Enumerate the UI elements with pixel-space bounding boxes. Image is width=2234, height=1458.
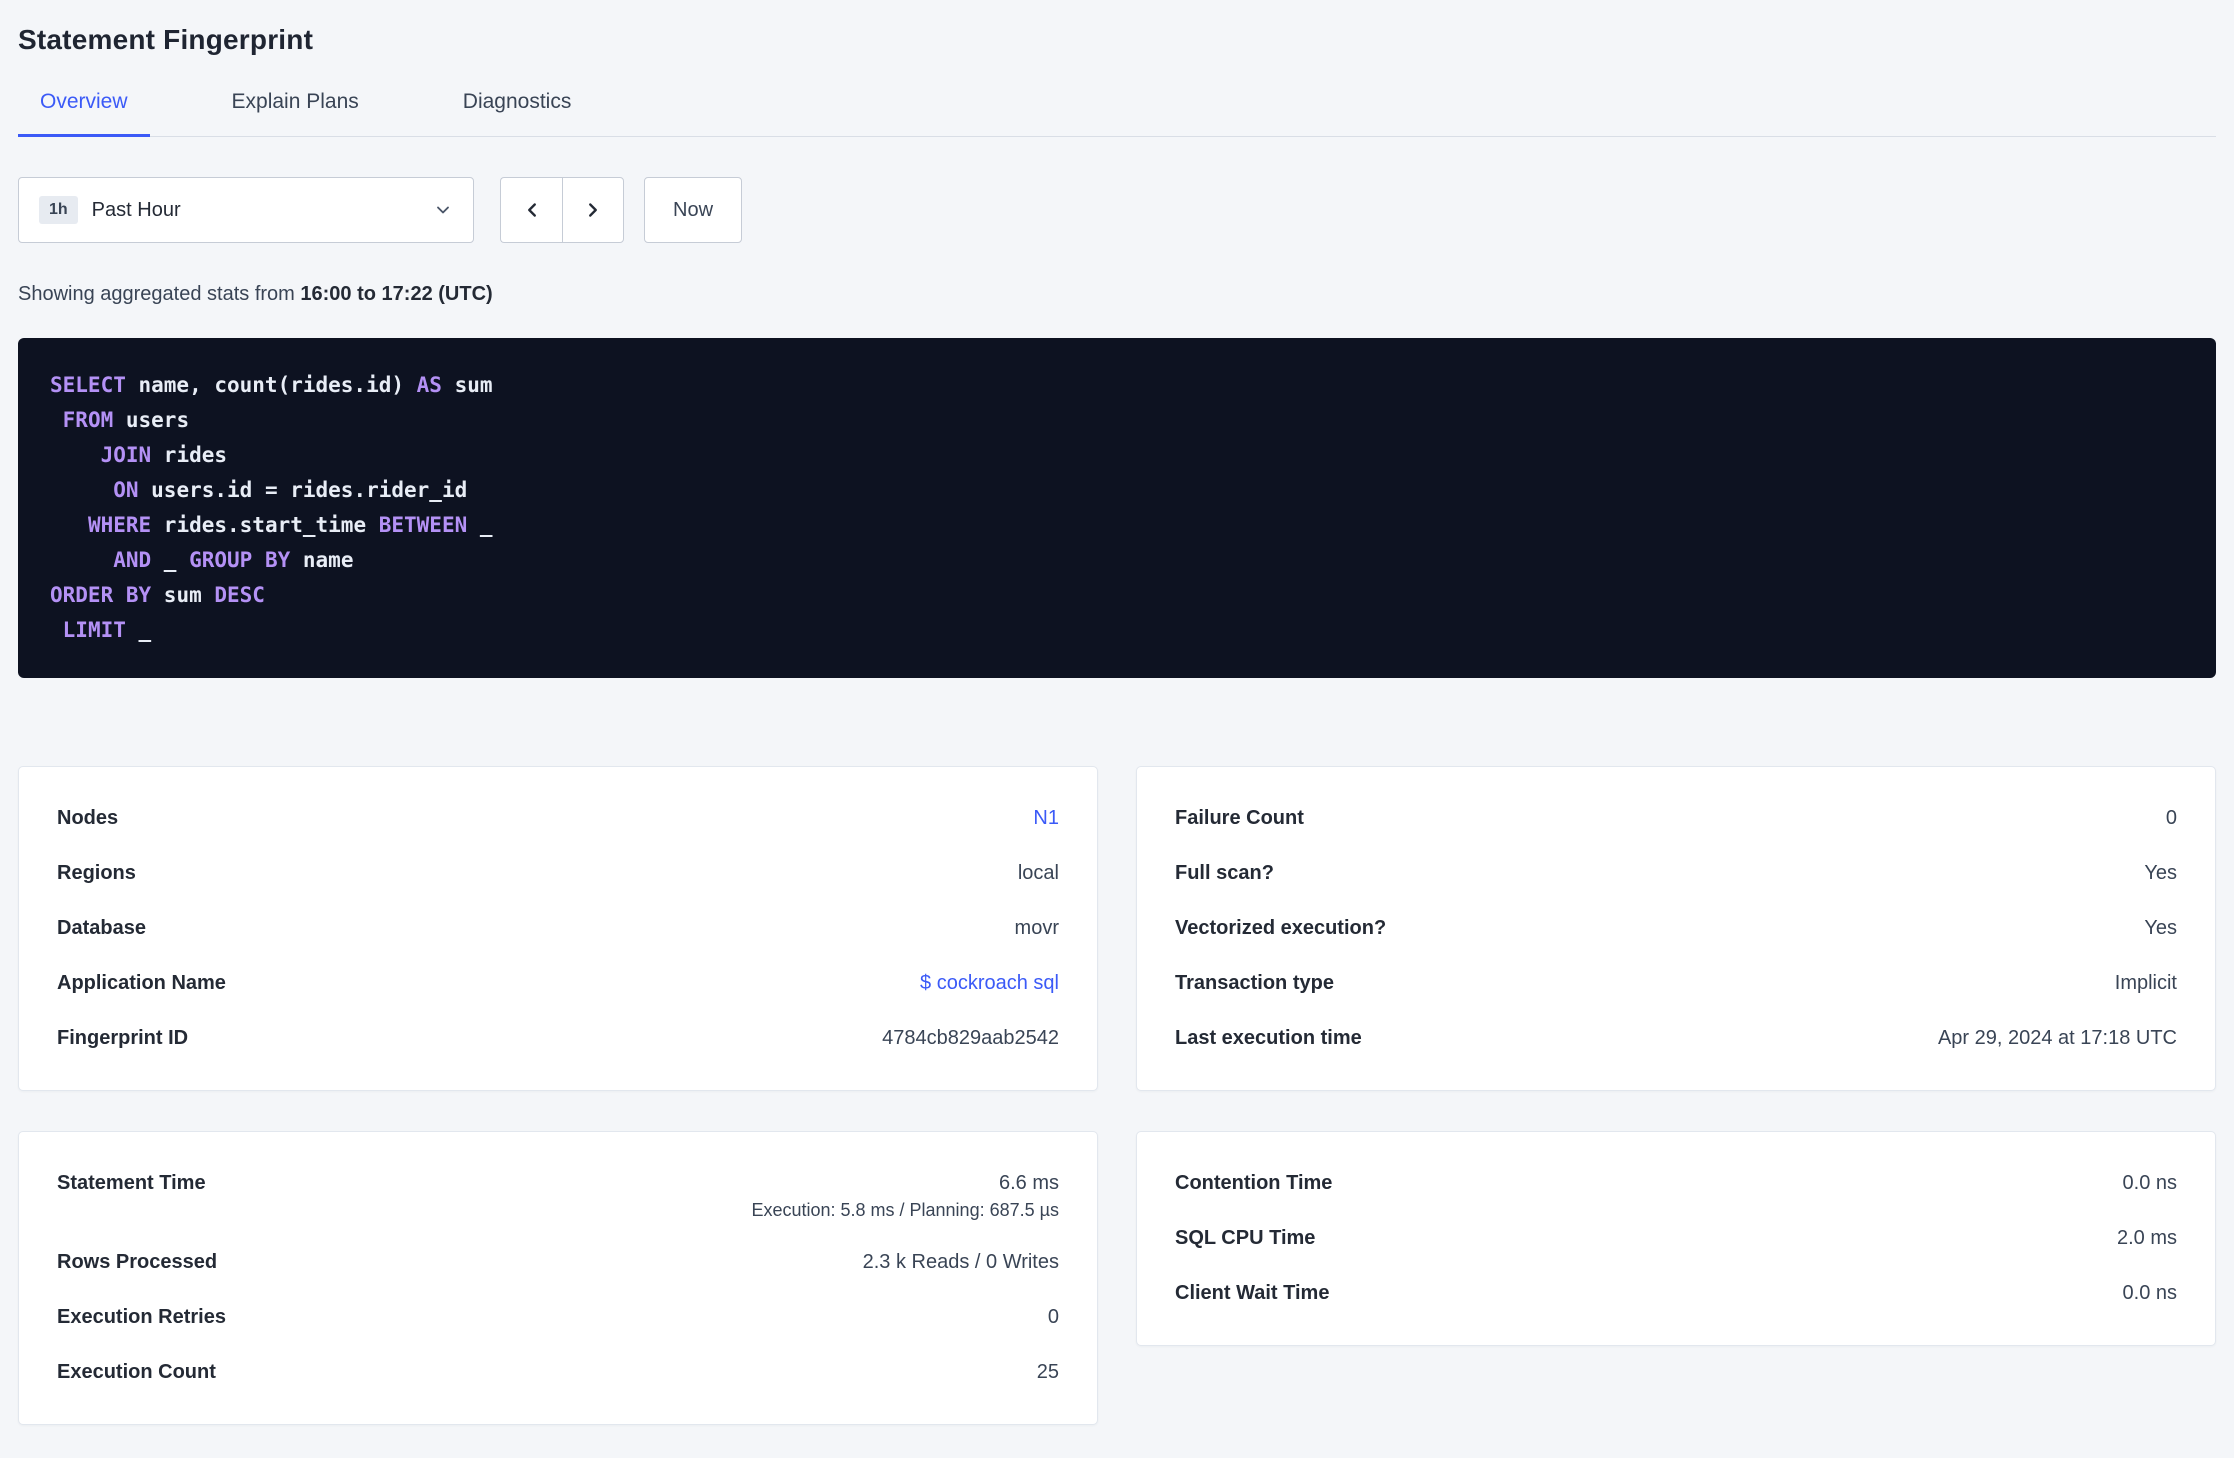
row-label: Statement Time [57, 1172, 206, 1194]
tab-explain-plans[interactable]: Explain Plans [210, 90, 381, 137]
row-value: 2.3 k Reads / 0 Writes [862, 1251, 1059, 1273]
page-title: Statement Fingerprint [18, 24, 314, 55]
chevron-right-icon [582, 199, 604, 221]
row-value: 0.0 ns [2122, 1282, 2177, 1304]
row-label: Execution Retries [57, 1306, 226, 1328]
chevron-down-icon [433, 200, 453, 220]
time-controls: 1h Past Hour Now [18, 177, 2216, 243]
card-row: Database movr [57, 901, 1059, 956]
row-label: Client Wait Time [1175, 1282, 1330, 1304]
overview-cards: Nodes N1 Regions local Database movr Applicati… [18, 766, 2216, 1429]
stats-range: 16:00 to 17:22 (UTC) [300, 283, 493, 305]
stats-prefix: Showing aggregated stats from [18, 283, 301, 305]
card-row: Regions local [57, 846, 1059, 901]
row-value: 0.0 ns [2122, 1172, 2177, 1194]
row-value: Implicit [2114, 972, 2177, 994]
row-value-link[interactable]: $ cockroach sql [920, 970, 1059, 997]
row-label: Fingerprint ID [57, 1027, 189, 1049]
row-label: Contention Time [1175, 1172, 1333, 1194]
row-label: Failure Count [1175, 807, 1304, 829]
card-row: Contention Time 0.0 ns [1175, 1156, 2177, 1211]
wait-time-card: Contention Time 0.0 ns SQL CPU Time 2.0 ms C… [1136, 1131, 2216, 1346]
card-row: Failure Count 0 [1175, 791, 2177, 846]
card-row: Application Name $ cockroach sql [57, 956, 1059, 1011]
row-value: 25 [1036, 1361, 1059, 1383]
sql-code: SELECT name, count(rides.id) AS sum FROM… [50, 373, 493, 642]
prev-interval-button[interactable] [500, 177, 562, 243]
row-value: Yes [2144, 862, 2177, 884]
tab-overview[interactable]: Overview [18, 90, 150, 137]
row-value: local [1017, 862, 1059, 884]
tab-diagnostics[interactable]: Diagnostics [441, 90, 594, 137]
card-row: Fingerprint ID 4784cb829aab2542 [57, 1011, 1059, 1066]
sql-statement-box: SELECT name, count(rides.id) AS sum FROM… [18, 338, 2216, 678]
row-label: Vectorized execution? [1175, 917, 1387, 939]
card-row: Statement Time 6.6 ms Execution: 5.8 ms / … [57, 1156, 1059, 1235]
row-label: Database [57, 917, 146, 939]
card-row: Transaction type Implicit [1175, 956, 2177, 1011]
row-label: Transaction type [1175, 972, 1334, 994]
card-row: Vectorized execution? Yes [1175, 901, 2177, 956]
interval-arrow-group [500, 177, 624, 243]
card-row: SQL CPU Time 2.0 ms [1175, 1211, 2177, 1266]
statement-time-card: Statement Time 6.6 ms Execution: 5.8 ms / … [18, 1131, 1098, 1425]
row-label: Rows Processed [57, 1251, 218, 1273]
aggregated-stats-text: Showing aggregated stats from 16:00 to 1… [18, 283, 2216, 306]
card-row: Execution Count 25 [57, 1345, 1059, 1400]
row-value: 0 [2165, 807, 2177, 829]
statement-fingerprint-page: Statement Fingerprint Overview Explain P… [0, 0, 2234, 1429]
row-value: movr [1014, 917, 1059, 939]
row-subvalue: Execution: 5.8 ms / Planning: 687.5 µs [751, 1200, 1059, 1220]
statement-details-card: Nodes N1 Regions local Database movr Applicati… [18, 766, 1098, 1091]
interval-badge: 1h [39, 196, 78, 224]
row-label: SQL CPU Time [1175, 1227, 1316, 1249]
row-value: Apr 29, 2024 at 17:18 UTC [1937, 1027, 2177, 1049]
row-label: Application Name [57, 972, 226, 994]
row-label: Last execution time [1175, 1027, 1362, 1049]
row-value: 4784cb829aab2542 [882, 1027, 1059, 1049]
card-row: Nodes N1 [57, 791, 1059, 846]
card-row: Full scan? Yes [1175, 846, 2177, 901]
now-button[interactable]: Now [644, 177, 743, 243]
chevron-left-icon [521, 199, 543, 221]
row-label: Execution Count [57, 1361, 216, 1383]
interval-label: Past Hour [91, 198, 181, 221]
row-value-link[interactable]: N1 [1033, 805, 1059, 832]
card-row: Client Wait Time 0.0 ns [1175, 1266, 2177, 1321]
next-interval-button[interactable] [562, 177, 624, 243]
card-row: Execution Retries 0 [57, 1290, 1059, 1345]
row-value: Yes [2144, 917, 2177, 939]
card-row: Rows Processed 2.3 k Reads / 0 Writes [57, 1235, 1059, 1290]
row-value: 0 [1047, 1306, 1059, 1328]
card-row: Last execution time Apr 29, 2024 at 17:18… [1175, 1011, 2177, 1066]
time-interval-dropdown[interactable]: 1h Past Hour [18, 177, 474, 243]
row-value: 6.6 ms [998, 1172, 1059, 1194]
tab-bar: Overview Explain Plans Diagnostics [18, 90, 2216, 137]
row-label: Nodes [57, 807, 119, 829]
row-label: Full scan? [1175, 862, 1274, 884]
row-value: 2.0 ms [2116, 1227, 2177, 1249]
execution-attributes-card: Failure Count 0 Full scan? Yes Vectorized ex… [1136, 766, 2216, 1091]
row-label: Regions [57, 862, 136, 884]
